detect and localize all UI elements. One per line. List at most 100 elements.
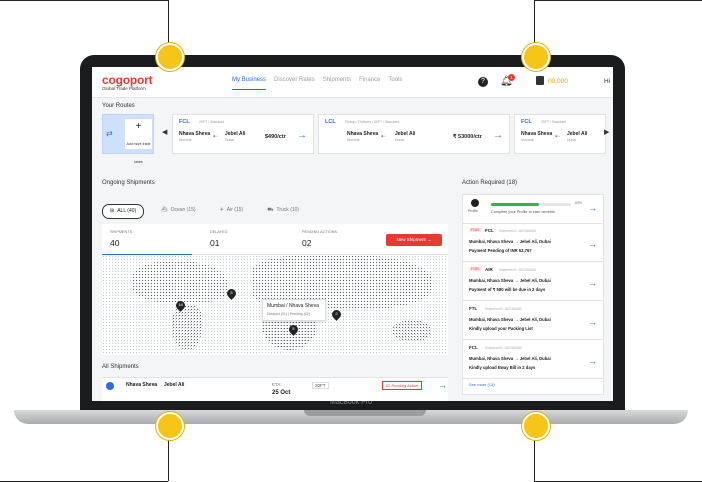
callout-line-top-right-h: [534, 0, 702, 1]
pending-action-badge[interactable]: 02 Pending Action: [382, 381, 423, 390]
app-header: cogoport Global Trade Platform My Busine…: [92, 67, 613, 98]
action-message: Kindly upload your Packing List: [469, 326, 533, 331]
container-badge: 20FT: [312, 382, 329, 389]
callout-dot: [522, 43, 550, 71]
map-pin-count: 5: [230, 290, 233, 295]
action-route: Mumbai, Nhava Sheva → Jebel Ali, Dubai: [469, 278, 551, 283]
map-pin-count: 18: [178, 302, 183, 307]
filter-air[interactable]: ✈︎ Air (15): [213, 204, 251, 217]
route-origin: Nhava Sheva: [179, 131, 211, 137]
shipment-row[interactable]: Nhava Sheva ⇠ Jebel Ali ETA: 25 Oct 20FT…: [102, 377, 448, 401]
nav-shipments[interactable]: Shipments: [323, 77, 351, 90]
user-icon: [471, 199, 479, 207]
route-destination-city: Dubai: [567, 138, 577, 142]
help-icon[interactable]: ?: [478, 77, 488, 87]
all-shipments-title: All Shipments: [102, 364, 139, 370]
arrow-right-icon[interactable]: →: [493, 130, 503, 141]
wallet-icon[interactable]: [536, 76, 544, 85]
ship-icon: [106, 382, 114, 390]
routes-prev-chevron-icon[interactable]: ◀: [162, 128, 167, 136]
action-type: FTL: [469, 306, 478, 311]
arrow-right-icon[interactable]: →: [438, 380, 447, 390]
filter-ocean[interactable]: ⛴︎ Ocean (15): [154, 204, 202, 217]
action-shipment-id: Shipment ID: 1827466430: [499, 268, 537, 272]
shipment-destination: Jebel Ali: [164, 382, 185, 388]
action-route: Mumbai, Nhava Sheva → Jebel Ali, Dubai: [469, 239, 551, 244]
action-item[interactable]: FOB FCL Shipment ID: 1827466430 Mumbai, …: [463, 223, 603, 262]
stat-shipments[interactable]: SHIPMENTS 40: [102, 224, 192, 256]
action-message: Kindly upload Eway Bill in 2 days: [469, 365, 536, 370]
new-shipment-button[interactable]: New Shipment →: [386, 234, 442, 246]
add-lane-button[interactable]: + Add more trade lanes: [125, 119, 152, 164]
route-card[interactable]: LCL Pickup / Delivery / 20FT / Standard …: [318, 114, 510, 154]
action-required-panel: Profile 60% Complete your Profile to ear…: [462, 194, 604, 395]
stat-label: SHIPMENTS: [110, 230, 133, 234]
stat-delayed[interactable]: DELAYED 01: [202, 224, 292, 254]
map-tooltip: Mumbai / Nhava Sheva Delayed (01) | Pend…: [262, 299, 326, 321]
main-nav: My Business Discover Rates Shipments Fin…: [232, 77, 402, 90]
user-greeting[interactable]: Hi: [604, 78, 610, 85]
route-destination: Jebel Ali: [395, 131, 416, 137]
logo-tagline: Global Trade Platform: [102, 86, 146, 91]
filter-all[interactable]: ⊞ ALL (40): [102, 204, 145, 219]
filter-truck[interactable]: ⛟ Truck (10): [260, 204, 306, 217]
action-required-title: Action Required (18): [462, 180, 518, 186]
map-land-australia: [392, 320, 432, 342]
route-origin-city: Mumbai: [521, 138, 534, 142]
action-item[interactable]: FOB AIR Shipment ID: 1827466430 Mumbai, …: [463, 262, 603, 301]
route-card[interactable]: FCL 20FT / Standard Nhava Sheva Mumbai ⇠…: [172, 114, 314, 154]
profile-message: Complete your Profile to earn benefits: [491, 210, 555, 214]
profile-progress-fill: [491, 203, 539, 206]
nav-tools[interactable]: Tools: [388, 77, 402, 90]
route-origin: Nhava Sheva: [347, 131, 379, 137]
map-pin-count: 5: [292, 326, 295, 331]
action-shipment-id: Shipment ID: 1827466430: [485, 346, 523, 350]
exchange-arrow-icon: ⇠: [152, 382, 157, 388]
nav-finance[interactable]: Finance: [359, 77, 380, 90]
eta-label: ETA:: [272, 382, 282, 387]
route-origin: Nhava Sheva: [521, 131, 553, 137]
nav-my-business[interactable]: My Business: [232, 77, 267, 90]
action-message: Payment of ₹ 580 will be due in 2 days: [469, 287, 546, 292]
add-lane-label: Add more trade lanes: [126, 142, 151, 164]
nav-discover-rates[interactable]: Discover Rates: [274, 77, 315, 90]
shipment-filters: ⊞ ALL (40) ⛴︎ Ocean (15) ✈︎ Air (15) ⛟ Truck…: [102, 204, 306, 219]
grid-icon: ⊞: [110, 208, 115, 214]
stat-value: 40: [110, 238, 120, 248]
filter-truck-label: Truck (10): [276, 207, 300, 213]
arrow-right-icon[interactable]: →: [588, 203, 597, 213]
action-type: FCL: [485, 228, 494, 233]
arrow-right-icon[interactable]: →: [588, 317, 597, 327]
stat-label: DELAYED: [210, 230, 228, 234]
arrow-right-icon[interactable]: →: [588, 356, 597, 366]
callout-dot: [156, 412, 184, 440]
stat-value: 02: [302, 238, 312, 248]
callout-line-top-left-h: [0, 0, 168, 1]
route-origin-city: Mumbai: [347, 138, 360, 142]
action-message: Payment Pending of INR 53,767: [469, 248, 532, 253]
route-meta: Pickup / Delivery / 20FT / Standard: [345, 120, 400, 124]
arrow-right-icon[interactable]: →: [588, 278, 597, 288]
action-item[interactable]: FTL Shipment ID: 1827466430 Mumbai, Nhav…: [463, 301, 603, 340]
new-shipment-label: New Shipment: [396, 237, 426, 242]
map-tooltip-status: Delayed (01) | Pending (02): [267, 312, 310, 316]
action-shipment-id: Shipment ID: 1827466430: [485, 307, 523, 311]
arrow-right-icon[interactable]: →: [297, 130, 307, 141]
route-card[interactable]: FCL 20FT / Standard Nhava Sheva Mumbai ⇠…: [514, 114, 606, 154]
action-tag: FOB: [469, 267, 481, 271]
profile-completion[interactable]: Profile 60% Complete your Profile to ear…: [463, 195, 603, 224]
wallet-value: 00,000: [548, 78, 568, 85]
routes-next-chevron-icon[interactable]: ▶: [604, 128, 609, 136]
filter-air-label: Air (15): [226, 207, 244, 213]
plane-icon: ✈︎: [219, 207, 224, 213]
see-more-link[interactable]: See more (13): [469, 382, 495, 387]
action-item[interactable]: FCL Shipment ID: 1827466430 Mumbai, Nhav…: [463, 340, 603, 379]
route-destination: Jebel Ali: [225, 131, 246, 137]
logo[interactable]: cogoport: [102, 73, 153, 87]
route-icon: ⇄: [106, 129, 113, 138]
stat-pending-actions[interactable]: PENDING ACTIONS 02: [294, 224, 384, 254]
route-destination: Jebel Ali: [567, 131, 588, 137]
add-trade-lane-card[interactable]: ⇄ + Add more trade lanes: [102, 114, 154, 164]
route-type: LCL: [325, 119, 336, 125]
arrow-right-icon[interactable]: →: [588, 239, 597, 249]
